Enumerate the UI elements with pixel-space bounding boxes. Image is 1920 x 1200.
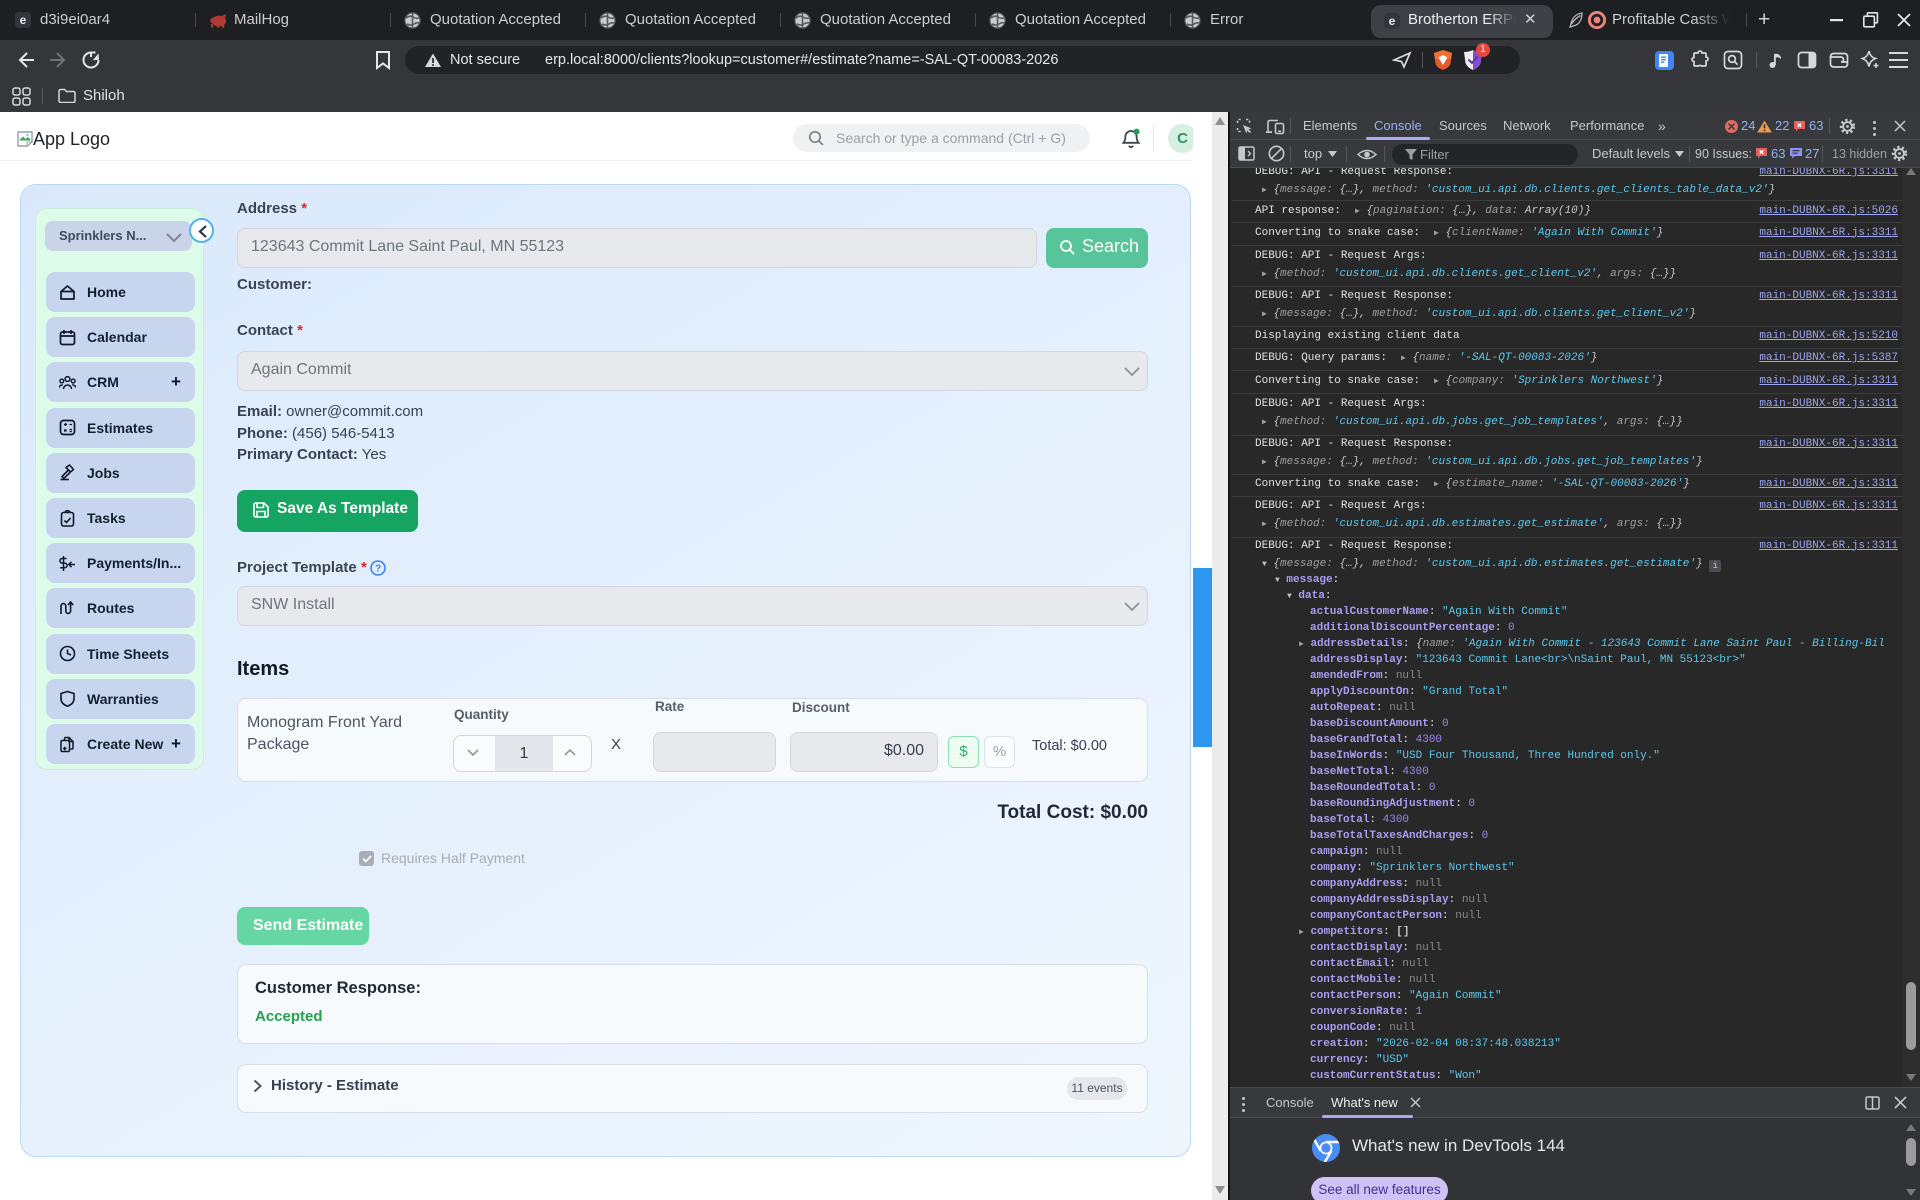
svg-text:?: ? xyxy=(375,564,381,575)
